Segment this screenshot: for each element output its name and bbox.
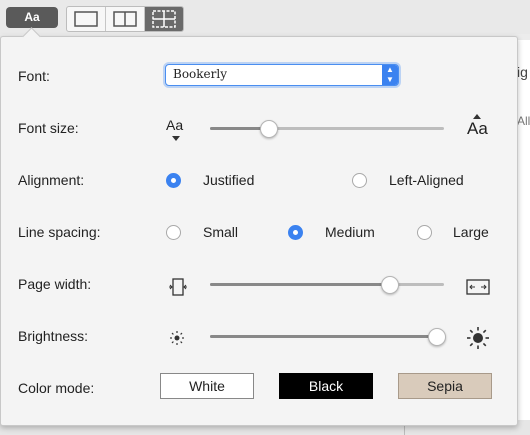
grid-icon (152, 10, 176, 28)
decrease-font-size-icon[interactable]: Aa (166, 117, 184, 141)
color-mode-white-button[interactable]: White (160, 373, 254, 399)
two-page-layout-button[interactable] (106, 7, 145, 31)
brightness-high-icon (467, 327, 489, 349)
font-settings-button[interactable]: Aa (6, 7, 58, 28)
line-spacing-medium-label[interactable]: Medium (325, 224, 375, 240)
slider-fill (210, 335, 437, 338)
wide-width-icon[interactable] (466, 279, 490, 295)
font-size-label: Font size: (18, 120, 79, 136)
alignment-label: Alignment: (18, 172, 85, 188)
page-width-label: Page width: (18, 276, 92, 292)
increase-font-size-icon[interactable]: Aa (467, 114, 488, 139)
font-select[interactable]: Bookerly ▲ ▼ (165, 64, 399, 86)
page-width-slider[interactable] (210, 276, 444, 294)
up-arrow-icon (473, 114, 481, 119)
narrow-width-icon[interactable] (168, 278, 188, 296)
slider-thumb[interactable] (427, 328, 446, 346)
chevron-updown-icon: ▲ ▼ (382, 65, 398, 85)
single-page-icon (74, 11, 98, 27)
slider-thumb[interactable] (381, 276, 400, 294)
line-spacing-medium-radio[interactable] (288, 225, 303, 240)
brightness-label: Brightness: (18, 328, 89, 344)
layout-toggle-group (66, 6, 184, 32)
brightness-slider[interactable] (210, 328, 446, 346)
line-spacing-large-label[interactable]: Large (453, 224, 489, 240)
slider-fill (210, 283, 391, 286)
alignment-left-label[interactable]: Left-Aligned (389, 172, 464, 188)
background-text: All (517, 114, 530, 128)
line-spacing-small-radio[interactable] (166, 225, 181, 240)
alignment-justified-radio[interactable] (166, 173, 181, 188)
color-mode-black-button[interactable]: Black (279, 373, 373, 399)
font-size-slider[interactable] (210, 120, 444, 138)
down-arrow-icon (172, 136, 180, 141)
reading-settings-popover: Font: Bookerly ▲ ▼ Font size: Aa Aa Align… (0, 27, 518, 426)
background-text: ig (517, 64, 528, 80)
grid-layout-button[interactable] (145, 7, 183, 31)
line-spacing-large-radio[interactable] (417, 225, 432, 240)
font-size-small-glyph: Aa (166, 117, 184, 133)
font-label: Font: (18, 68, 50, 84)
brightness-low-icon (170, 331, 184, 345)
color-mode-label: Color mode: (18, 380, 95, 396)
line-spacing-label: Line spacing: (18, 224, 101, 240)
color-mode-sepia-button[interactable]: Sepia (398, 373, 492, 399)
alignment-justified-label[interactable]: Justified (203, 172, 254, 188)
slider-thumb[interactable] (259, 120, 278, 138)
toolbar: Aa (0, 0, 530, 34)
line-spacing-small-label[interactable]: Small (203, 224, 238, 240)
font-select-value: Bookerly (173, 67, 227, 81)
single-page-layout-button[interactable] (67, 7, 106, 31)
font-size-large-glyph: Aa (467, 119, 488, 138)
two-page-icon (113, 11, 137, 27)
alignment-left-radio[interactable] (352, 173, 367, 188)
